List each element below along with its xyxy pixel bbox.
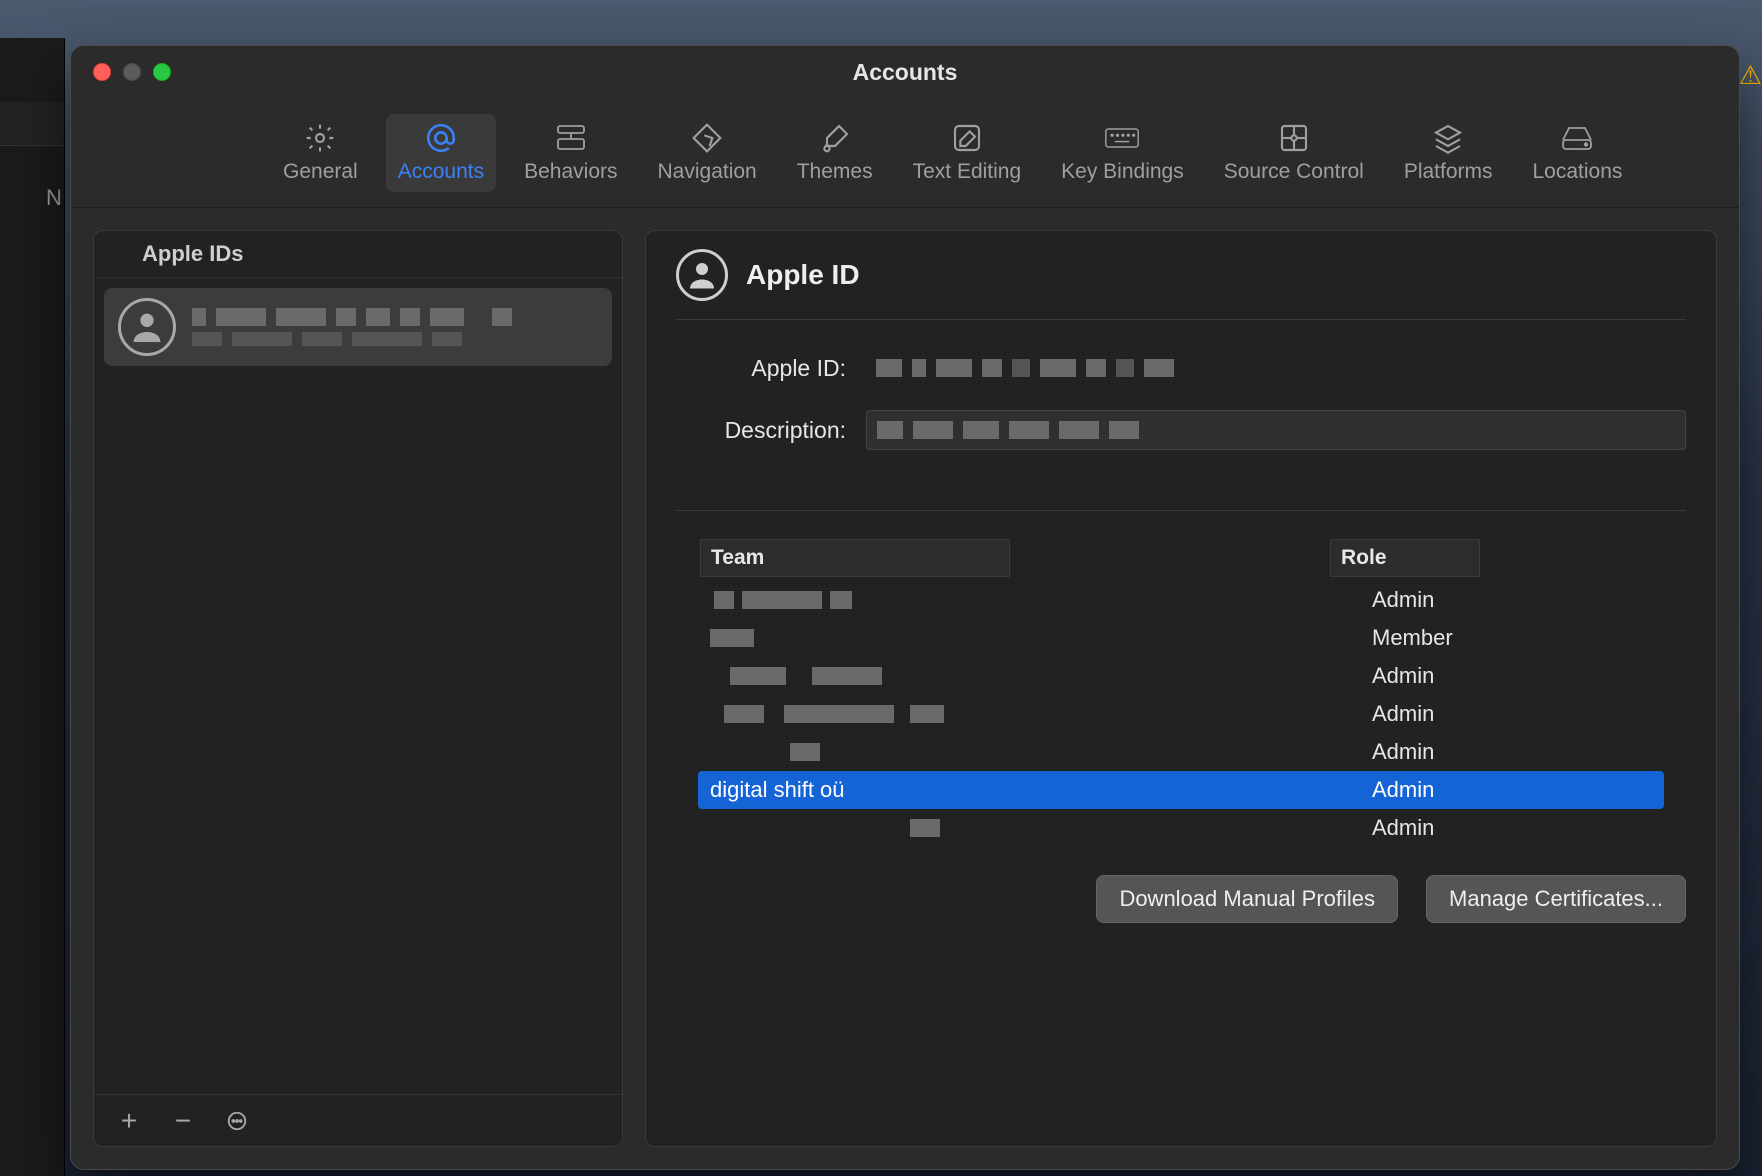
toolbar: General Accounts Behaviors Navigation [71, 98, 1739, 208]
titlebar: Accounts [71, 46, 1739, 98]
at-sign-icon [423, 122, 459, 154]
avatar-icon [118, 298, 176, 356]
zoom-window-button[interactable] [153, 63, 171, 81]
warning-icon: ⚠︎ [1739, 60, 1762, 91]
preferences-window: Accounts General Accounts Behaviors [70, 45, 1740, 1170]
gear-icon [302, 122, 338, 154]
column-role[interactable]: Role [1330, 539, 1480, 577]
tab-platforms[interactable]: Platforms [1392, 114, 1505, 192]
team-row[interactable]: Admin [676, 657, 1686, 695]
navigation-icon [689, 122, 725, 154]
manage-certificates-button[interactable]: Manage Certificates... [1426, 875, 1686, 923]
keyboard-icon [1104, 122, 1140, 154]
download-profiles-button[interactable]: Download Manual Profiles [1096, 875, 1398, 923]
team-row[interactable]: Admin [676, 809, 1686, 847]
disk-icon [1559, 122, 1595, 154]
team-row[interactable]: Admin [676, 695, 1686, 733]
background-app: N [0, 38, 65, 1176]
apple-id-label: Apple ID: [676, 355, 846, 382]
team-row[interactable]: Admin [676, 733, 1686, 771]
description-field[interactable] [866, 410, 1686, 450]
tab-navigation[interactable]: Navigation [646, 114, 769, 192]
column-team[interactable]: Team [700, 539, 1010, 577]
redacted-account-name [192, 308, 598, 326]
apple-id-value [866, 348, 1686, 388]
tab-key-bindings[interactable]: Key Bindings [1049, 114, 1196, 192]
tab-source-control[interactable]: Source Control [1212, 114, 1376, 192]
tab-text-editing[interactable]: Text Editing [901, 114, 1034, 192]
detail-title: Apple ID [746, 259, 860, 291]
minimize-window-button[interactable] [123, 63, 141, 81]
behaviors-icon [553, 122, 589, 154]
source-control-icon [1276, 122, 1312, 154]
close-window-button[interactable] [93, 63, 111, 81]
avatar-icon [676, 249, 728, 301]
description-label: Description: [676, 417, 846, 444]
team-row[interactable]: Member [676, 619, 1686, 657]
sidebar-header: Apple IDs [94, 231, 622, 278]
account-detail-pane: Apple ID Apple ID: Description: [645, 230, 1717, 1147]
team-row[interactable]: digital shift oü Admin [698, 771, 1664, 809]
accounts-sidebar: Apple IDs [93, 230, 623, 1147]
tab-themes[interactable]: Themes [785, 114, 885, 192]
tab-general[interactable]: General [271, 114, 370, 192]
add-account-button[interactable]: + [114, 1106, 144, 1136]
text-editing-icon [949, 122, 985, 154]
account-row[interactable] [104, 288, 612, 366]
remove-account-button[interactable]: − [168, 1106, 198, 1136]
tab-accounts[interactable]: Accounts [386, 114, 496, 192]
account-actions-button[interactable] [222, 1106, 252, 1136]
tab-behaviors[interactable]: Behaviors [512, 114, 629, 192]
team-row[interactable]: Admin [676, 581, 1686, 619]
paintbrush-icon [817, 122, 853, 154]
teams-table: Admin Member Admin Admin [676, 581, 1686, 847]
tab-locations[interactable]: Locations [1521, 114, 1635, 192]
platforms-icon [1430, 122, 1466, 154]
window-title: Accounts [71, 59, 1739, 86]
redacted-account-email [192, 332, 598, 346]
